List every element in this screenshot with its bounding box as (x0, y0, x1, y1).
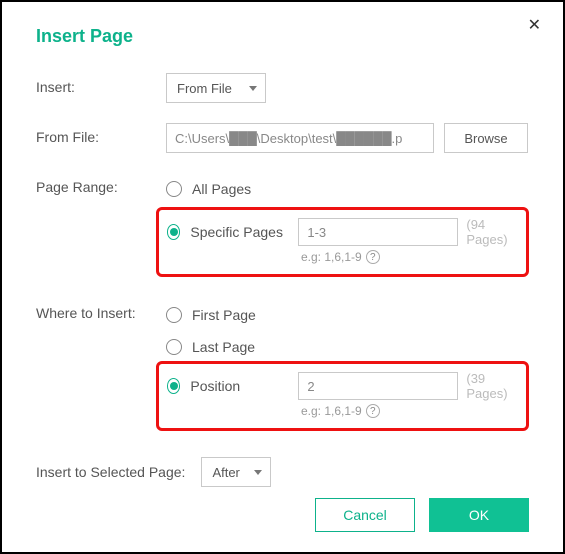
first-page-label: First Page (192, 307, 300, 323)
specific-pages-total: (94 Pages) (466, 217, 518, 247)
insert-to-selected-label: Insert to Selected Page: (36, 464, 185, 480)
insert-page-dialog: ✕ Insert Page Insert: From File From Fil… (0, 0, 565, 554)
dialog-title: Insert Page (36, 26, 529, 47)
position-radio[interactable] (167, 378, 180, 394)
position-highlight: Position (39 Pages) e.g: 1,6,1-9 ? (156, 361, 529, 431)
position-input[interactable] (298, 372, 458, 400)
last-page-radio[interactable] (166, 339, 182, 355)
insert-source-select[interactable]: From File (166, 73, 266, 103)
all-pages-radio[interactable] (166, 181, 182, 197)
specific-pages-hint: e.g: 1,6,1-9 (301, 250, 362, 264)
insert-to-select[interactable]: After (201, 457, 271, 487)
position-total: (39 Pages) (466, 371, 518, 401)
close-icon[interactable]: ✕ (528, 18, 541, 34)
insert-source-value: From File (177, 81, 232, 96)
last-page-label: Last Page (192, 339, 300, 355)
browse-button[interactable]: Browse (444, 123, 528, 153)
cancel-button[interactable]: Cancel (315, 498, 415, 532)
first-page-radio[interactable] (166, 307, 182, 323)
insert-to-value: After (212, 465, 239, 480)
specific-pages-label: Specific Pages (190, 224, 298, 240)
file-path-input[interactable] (166, 123, 434, 153)
all-pages-label: All Pages (192, 181, 300, 197)
specific-pages-radio[interactable] (167, 224, 180, 240)
position-label: Position (190, 378, 298, 394)
insert-label: Insert: (36, 73, 166, 95)
chevron-down-icon (254, 470, 262, 475)
from-file-label: From File: (36, 123, 166, 145)
ok-button[interactable]: OK (429, 498, 529, 532)
specific-pages-input[interactable] (298, 218, 458, 246)
help-icon[interactable]: ? (366, 250, 380, 264)
position-hint: e.g: 1,6,1-9 (301, 404, 362, 418)
help-icon[interactable]: ? (366, 404, 380, 418)
page-range-label: Page Range: (36, 173, 166, 195)
chevron-down-icon (249, 86, 257, 91)
specific-pages-highlight: Specific Pages (94 Pages) e.g: 1,6,1-9 ? (156, 207, 529, 277)
where-insert-label: Where to Insert: (36, 299, 166, 321)
